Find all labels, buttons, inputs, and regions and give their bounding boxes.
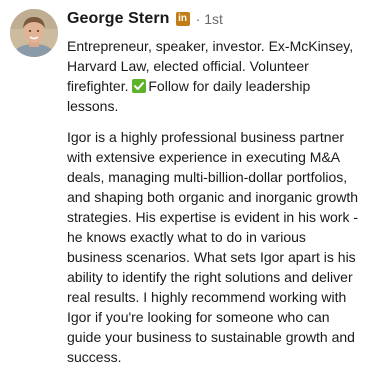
avatar-photo: [10, 9, 58, 57]
author-name[interactable]: George Stern: [67, 10, 170, 28]
author-headline: Entrepreneur, speaker, investor. Ex-McKi…: [67, 36, 359, 116]
recommendation-text: Igor is a highly professional business p…: [67, 129, 359, 365]
author-row: George Stern in · 1st: [67, 7, 367, 31]
recommendation-card: George Stern in · 1st Entrepreneur, spea…: [0, 0, 372, 365]
connection-degree: 1st: [204, 11, 223, 27]
degree-separator: ·: [195, 11, 201, 27]
avatar[interactable]: [10, 9, 58, 57]
check-mark-button-icon: [132, 79, 147, 93]
recommendation-content: George Stern in · 1st Entrepreneur, spea…: [67, 7, 367, 367]
linkedin-premium-icon: in: [175, 12, 190, 26]
